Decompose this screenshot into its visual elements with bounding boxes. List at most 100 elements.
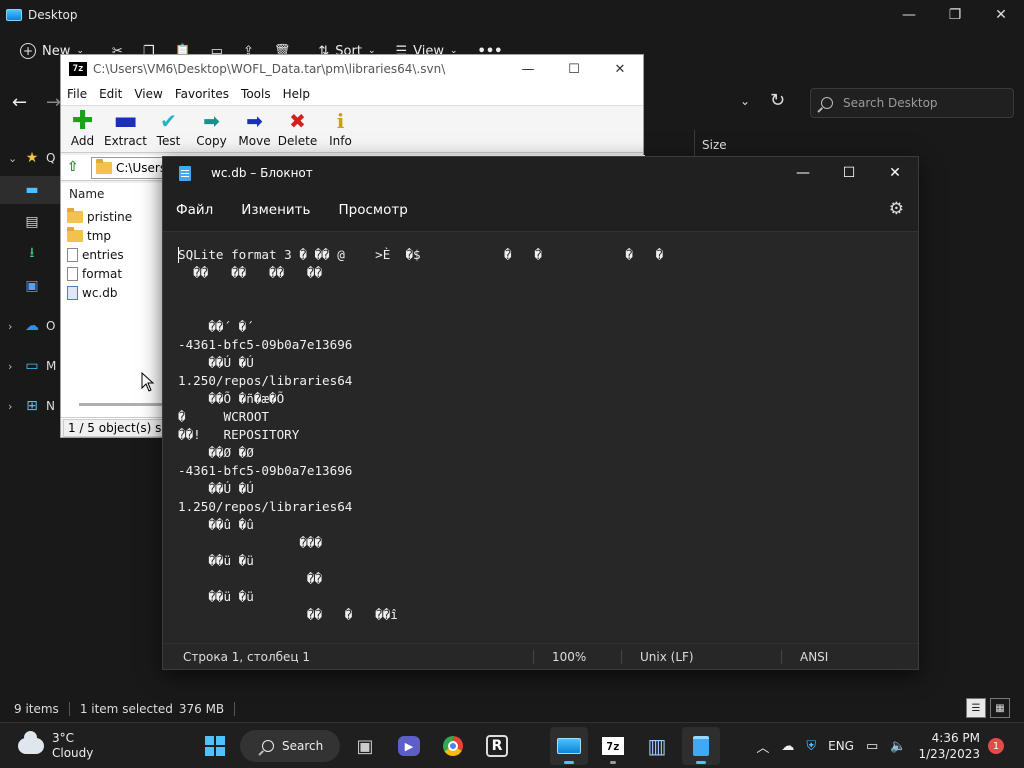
file-name: entries [82,247,124,262]
taskbar-search-label: Search [282,739,324,753]
chrome-taskbar-button[interactable] [434,727,472,765]
minimize-icon[interactable]: — [886,0,932,30]
column-header-name[interactable]: Name [69,187,104,201]
chevron-down-icon: ⌄ [8,151,18,165]
settings-gear-icon[interactable]: ⚙ [889,199,904,219]
editor-line: ��ü �ü [178,553,254,568]
list-item[interactable]: tmp [67,226,111,245]
delete-button[interactable]: ✖ Delete [276,106,319,152]
tiles-view-icon[interactable]: ▦ [990,698,1010,718]
info-button[interactable]: i Info [319,106,362,152]
document-icon: ▤ [25,214,39,230]
chevron-right-icon: › [8,319,13,333]
maximize-icon[interactable]: ☐ [826,157,872,189]
add-button[interactable]: ✚ Add [61,106,104,152]
language-indicator[interactable]: ENG [828,739,854,753]
text-editor-area[interactable]: SQLite format 3 � �� @ >È �$ � � � � �� … [163,231,918,635]
folder-icon [67,207,83,223]
column-header-size[interactable]: Size [702,138,727,152]
shield-icon[interactable]: ⛨ [806,739,816,754]
notepad-window: wc.db – Блокнот — ☐ ✕ Файл Изменить Прос… [162,156,919,670]
database-file-icon [67,285,78,300]
menu-tools[interactable]: Tools [235,87,277,101]
menu-file[interactable]: File [61,87,93,101]
menu-file[interactable]: Файл [176,202,213,218]
nav-desktop[interactable]: ▬ [0,176,60,204]
taskbar: 3°C Cloudy Search ▣ ▶ R 7z ▥ ︿ ☁ ⛨ ENG ▭… [0,722,1024,768]
r-app-taskbar-button[interactable]: R [478,727,516,765]
move-button[interactable]: ➡ Move [233,106,276,152]
minimize-icon[interactable]: — [780,157,826,189]
encoding[interactable]: ANSI [800,650,828,664]
editor-line: ��´ �´ [178,319,254,334]
nav-onedrive[interactable]: › ☁ O [0,312,60,340]
forward-arrow-icon[interactable]: → [46,92,61,113]
menu-favorites[interactable]: Favorites [169,87,235,101]
start-button[interactable] [196,727,234,765]
nav-this-pc[interactable]: › ▭ M [0,352,60,380]
nav-downloads[interactable]: ⭳ [0,240,60,268]
close-icon[interactable]: ✕ [597,55,643,83]
close-icon[interactable]: ✕ [872,157,918,189]
up-folder-icon[interactable]: ⇧ [67,159,79,175]
search-input[interactable]: Search Desktop [810,88,1014,118]
taskbar-search-button[interactable]: Search [240,730,340,762]
path-value: C:\Users [116,161,167,175]
menu-edit[interactable]: Изменить [241,202,310,218]
test-button[interactable]: ✔ Test [147,106,190,152]
nav-network[interactable]: › ⊞ N [0,392,60,420]
copy-button[interactable]: ➡ Copy [190,106,233,152]
list-item[interactable]: wc.db [67,283,117,302]
copy-arrow-icon: ➡ [203,109,220,133]
editor-line: 1.250/repos/libraries64 [178,373,353,388]
notepad-title-bar[interactable]: wc.db – Блокнот — ☐ ✕ [163,157,918,189]
explorer-taskbar-button[interactable] [550,727,588,765]
menu-view[interactable]: View [128,87,168,101]
maximize-icon[interactable]: ❐ [932,0,978,30]
clock[interactable]: 4:36 PM 1/23/2023 [918,730,980,762]
menu-edit[interactable]: Edit [93,87,128,101]
close-icon[interactable]: ✕ [978,0,1024,30]
notification-badge[interactable]: 1 [988,738,1004,754]
volume-icon[interactable]: 🔈 [890,739,906,754]
menu-help[interactable]: Help [277,87,316,101]
chevron-up-icon[interactable]: ︿ [756,737,769,756]
maximize-icon[interactable]: ☐ [551,55,597,83]
network-icon: ⊞ [26,398,38,414]
menu-view[interactable]: Просмотр [338,202,407,218]
folder-icon [96,159,112,174]
refresh-icon[interactable]: ↻ [770,90,785,111]
7zip-title-bar[interactable]: 7z C:\Users\VM6\Desktop\WOFL_Data.tar\pm… [61,55,643,83]
zoom-level[interactable]: 100% [552,650,586,664]
explorer-title-bar[interactable]: Desktop — ❐ ✕ [0,0,1024,30]
weather-widget[interactable]: 3°C Cloudy [18,731,93,761]
chat-button[interactable]: ▶ [390,727,428,765]
minimize-icon[interactable]: — [505,55,551,83]
line-ending[interactable]: Unix (LF) [640,650,694,664]
nav-pictures[interactable]: ▣ [0,272,60,300]
list-item[interactable]: pristine [67,207,132,226]
extract-button[interactable]: ▬ Extract [104,106,147,152]
column-separator[interactable] [694,130,695,158]
task-view-button[interactable]: ▣ [346,727,384,765]
address-dropdown-icon[interactable]: ⌄ [740,94,750,108]
move-arrow-icon: ➡ [246,109,263,133]
editor-line: -4361-bfc5-09b0a7e13696 [178,337,353,352]
video-chat-icon: ▶ [398,736,420,756]
clock-time: 4:36 PM [931,731,980,745]
nav-quick-access[interactable]: ⌄ ★ Q [0,144,60,172]
nav-documents[interactable]: ▤ [0,208,60,236]
back-arrow-icon[interactable]: ← [12,92,27,113]
installer-icon: ▥ [647,734,667,758]
7zip-taskbar-button[interactable]: 7z [594,727,632,765]
details-view-icon[interactable]: ☰ [966,698,986,718]
list-item[interactable]: entries [67,245,124,264]
cloud-offline-icon[interactable]: ☁ [781,739,794,754]
editor-line: 1.250/repos/libraries64 [178,499,353,514]
list-item[interactable]: format [67,264,122,283]
network-monitor-icon[interactable]: ▭ [866,739,878,754]
notepad-taskbar-button[interactable] [682,727,720,765]
installer-taskbar-button[interactable]: ▥ [638,727,676,765]
